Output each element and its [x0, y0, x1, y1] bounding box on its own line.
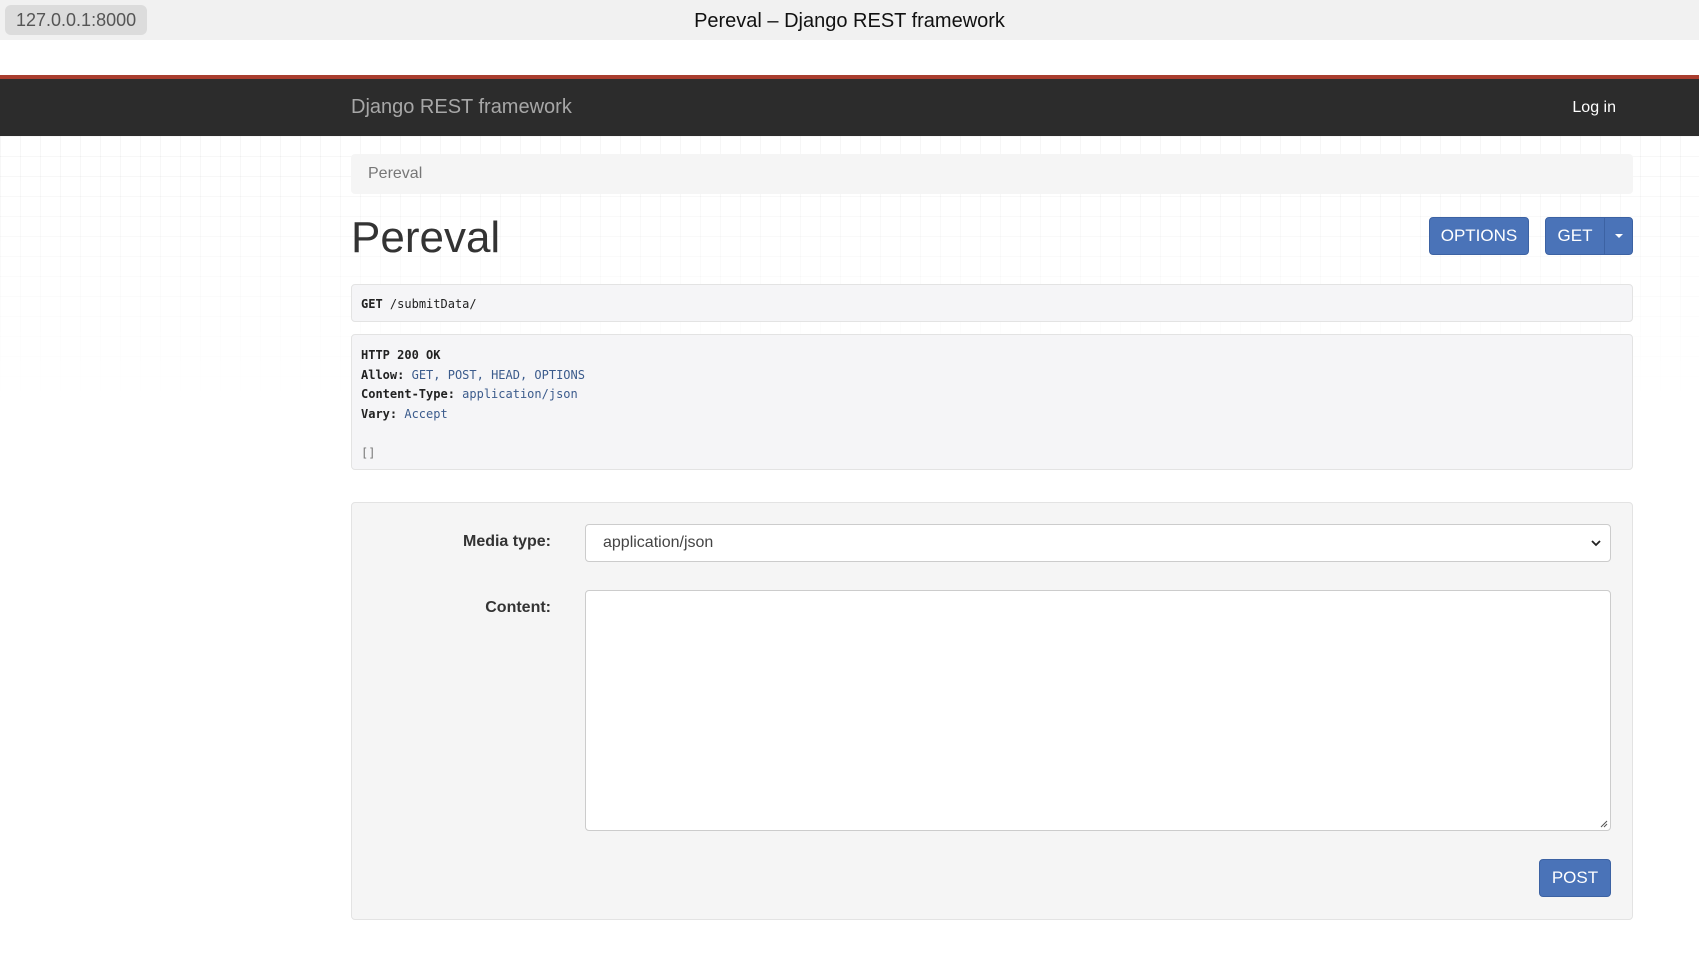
media-type-select[interactable]: application/json: [585, 524, 1611, 562]
window-title: Pereval – Django REST framework: [694, 10, 1005, 32]
response-header-vary: Vary: Accept: [361, 406, 448, 421]
browser-title-bar: Pereval – Django REST framework 127.0.0.…: [0, 0, 1699, 40]
response-header-allow: Allow: GET, POST, HEAD, OPTIONS: [361, 367, 585, 382]
breadcrumb: Pereval: [351, 154, 1633, 194]
login-link[interactable]: Log in: [1572, 79, 1616, 136]
post-button[interactable]: POST: [1539, 859, 1611, 897]
options-button[interactable]: OPTIONS: [1429, 217, 1529, 255]
request-method: GET: [361, 297, 383, 311]
request-info: GET /submitData/: [351, 284, 1633, 322]
response-body: []: [361, 445, 376, 460]
media-type-label: Media type:: [462, 533, 551, 550]
response-status: HTTP 200 OK: [361, 348, 441, 362]
resize-handle-icon[interactable]: [1598, 818, 1608, 828]
get-button[interactable]: GET: [1545, 217, 1605, 255]
content-textarea[interactable]: [585, 590, 1611, 831]
get-format-dropdown-button[interactable]: [1604, 217, 1633, 255]
response-info: HTTP 200 OK Allow: GET, POST, HEAD, OPTI…: [351, 334, 1633, 470]
caret-down-icon: [1614, 233, 1623, 238]
content-label: Content:: [485, 599, 551, 616]
breadcrumb-item-pereval[interactable]: Pereval: [368, 165, 422, 182]
navbar-brand[interactable]: Django REST framework: [351, 79, 572, 136]
response-header-content-type: Content-Type: application/json: [361, 387, 578, 401]
page-title: Pereval: [351, 213, 501, 262]
media-type-selected-value: application/json: [603, 534, 714, 551]
request-path: /submitData/: [389, 297, 477, 311]
navbar: Django REST framework Log in: [0, 79, 1699, 136]
chevron-down-icon: [1591, 540, 1601, 547]
url-chip[interactable]: 127.0.0.1:8000: [5, 5, 148, 35]
